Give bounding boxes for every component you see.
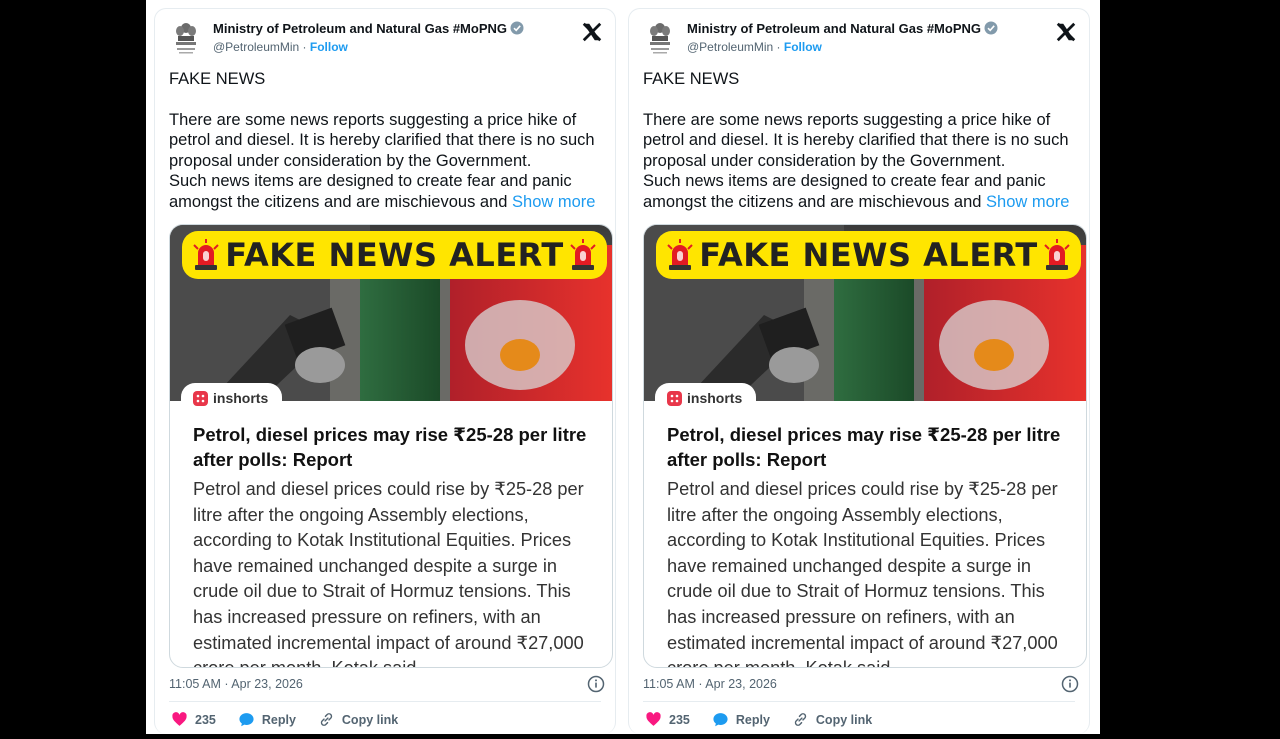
author-handle[interactable]: @PetroleumMin [687, 40, 773, 54]
tweet-text: FAKE NEWS There are some news reports su… [643, 69, 1091, 213]
show-more-link[interactable]: Show more [986, 193, 1069, 211]
author-name[interactable]: Ministry of Petroleum and Natural Gas #M… [687, 21, 981, 36]
tweet-header: Ministry of Petroleum and Natural Gas #M… [169, 19, 605, 59]
copy-link-button[interactable]: Copy link [792, 711, 872, 728]
info-icon[interactable] [1061, 675, 1079, 693]
source-name: inshorts [687, 390, 743, 406]
link-icon [320, 713, 333, 726]
follow-button[interactable]: Follow [310, 40, 348, 54]
fake-news-banner: FAKE NEWS ALERT [182, 231, 607, 279]
link-icon [794, 713, 807, 726]
emblem-icon[interactable] [647, 21, 673, 55]
like-count: 235 [669, 712, 690, 727]
reply-label: Reply [261, 712, 296, 727]
copy-link-label: Copy link [815, 712, 873, 727]
author-handle[interactable]: @PetroleumMin [213, 40, 299, 54]
tweet-paragraph: There are some news reports suggesting a… [643, 110, 1069, 170]
tweet-actions: 235 Reply Copy link [645, 711, 894, 728]
reply-icon [713, 713, 728, 727]
tweet-card: Ministry of Petroleum and Natural Gas #M… [154, 8, 616, 734]
heart-icon [172, 712, 187, 726]
copy-link-label: Copy link [341, 712, 399, 727]
tweet-actions: 235 Reply Copy link [171, 711, 420, 728]
siren-icon [569, 239, 596, 270]
news-headline: Petrol, diesel prices may rise ₹25-28 pe… [193, 424, 587, 470]
news-body: Petrol and diesel prices could rise by ₹… [193, 479, 584, 667]
news-headline: Petrol, diesel prices may rise ₹25-28 pe… [667, 424, 1061, 470]
info-icon[interactable] [587, 675, 605, 693]
like-button[interactable]: 235 [645, 711, 690, 728]
siren-icon [193, 239, 219, 270]
verified-icon [984, 21, 998, 35]
x-logo-icon[interactable] [1055, 21, 1077, 43]
tweet-media-card[interactable]: FAKE NEWS ALERT inshorts Petrol, diesel … [169, 224, 613, 668]
reply-button[interactable]: Reply [712, 711, 770, 728]
like-count: 235 [195, 712, 216, 727]
reply-icon [239, 713, 254, 727]
reply-button[interactable]: Reply [238, 711, 296, 728]
screenshot-canvas: Ministry of Petroleum and Natural Gas #M… [146, 0, 1100, 734]
banner-text: FAKE NEWS ALERT [699, 236, 1038, 274]
follow-button[interactable]: Follow [784, 40, 822, 54]
tweet-timestamp[interactable]: 11:05 AM · Apr 23, 2026 [643, 677, 777, 691]
divider [169, 701, 601, 702]
verified-icon [510, 21, 524, 35]
tweet-media-card[interactable]: FAKE NEWS ALERT inshorts Petrol, diesel … [643, 224, 1087, 668]
tweet-lead: FAKE NEWS [169, 70, 266, 88]
tweet-header: Ministry of Petroleum and Natural Gas #M… [643, 19, 1079, 59]
tweet-timestamp[interactable]: 11:05 AM · Apr 23, 2026 [169, 677, 303, 691]
tweet-lead: FAKE NEWS [643, 70, 740, 88]
like-button[interactable]: 235 [171, 711, 216, 728]
source-pill: inshorts [655, 383, 757, 413]
show-more-link[interactable]: Show more [512, 193, 595, 211]
copy-link-button[interactable]: Copy link [318, 711, 398, 728]
heart-icon [646, 712, 661, 726]
author-name[interactable]: Ministry of Petroleum and Natural Gas #M… [213, 21, 507, 36]
inshorts-icon [667, 390, 682, 406]
siren-icon [1043, 239, 1070, 270]
news-body: Petrol and diesel prices could rise by ₹… [667, 479, 1058, 667]
banner-text: FAKE NEWS ALERT [225, 236, 564, 274]
tweet-paragraph: There are some news reports suggesting a… [169, 110, 595, 170]
emblem-icon[interactable] [173, 21, 199, 55]
reply-label: Reply [735, 712, 770, 727]
divider [643, 701, 1075, 702]
siren-icon [667, 239, 693, 270]
source-pill: inshorts [181, 383, 283, 413]
tweet-text: FAKE NEWS There are some news reports su… [169, 69, 617, 213]
x-logo-icon[interactable] [581, 21, 603, 43]
tweet-card: Ministry of Petroleum and Natural Gas #M… [628, 8, 1090, 734]
inshorts-icon [193, 390, 208, 406]
fake-news-banner: FAKE NEWS ALERT [656, 231, 1081, 279]
source-name: inshorts [213, 390, 269, 406]
